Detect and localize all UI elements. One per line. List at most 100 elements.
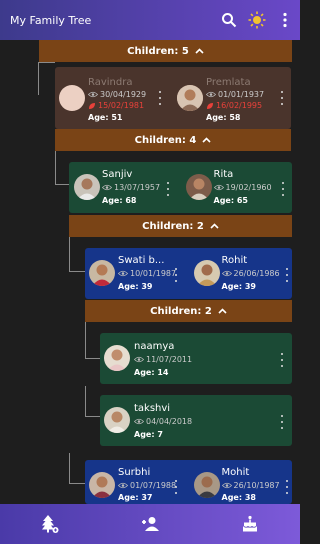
tree-connector	[55, 184, 69, 185]
avatar	[193, 260, 220, 286]
person-card-swati[interactable]: Swati b... 10/01/1987 Age: 39	[85, 248, 189, 299]
eye-icon	[206, 91, 216, 98]
leaf-icon	[207, 102, 213, 109]
more-options-icon[interactable]	[165, 182, 171, 196]
more-options-icon[interactable]	[279, 91, 285, 105]
more-options-icon[interactable]	[173, 480, 179, 494]
eye-icon	[102, 184, 112, 191]
birth-date: 26/10/1987	[221, 481, 280, 490]
person-age: Age: 7	[134, 430, 163, 439]
birth-date: 11/07/2011	[134, 355, 192, 364]
person-card-premlata[interactable]: Premlata 01/01/1937 16/02/1995 Age: 58	[173, 67, 291, 129]
children-toggle[interactable]: Children: 4	[55, 129, 291, 151]
nav-add-person-button[interactable]	[130, 504, 170, 544]
birth-date: 26/06/1986	[221, 269, 280, 278]
tree-connector	[38, 62, 39, 95]
person-name: Premlata	[206, 77, 251, 88]
tree-connector	[38, 62, 55, 63]
person-name: Rohit	[221, 255, 248, 266]
person-card-rita[interactable]: Rita 19/02/1960 Age: 65	[181, 162, 293, 213]
avatar	[193, 472, 220, 498]
person-name: takshvi	[134, 403, 171, 414]
more-options-icon[interactable]	[157, 91, 163, 105]
brightness-icon	[248, 11, 266, 29]
more-options-icon[interactable]	[284, 268, 290, 282]
children-toggle[interactable]: Children: 2	[85, 300, 292, 322]
tree-connector	[55, 151, 56, 185]
children-toggle[interactable]: Children: 2	[69, 215, 292, 237]
person-age: Age: 51	[88, 113, 123, 122]
bottom-navigation	[0, 504, 300, 544]
eye-icon	[221, 270, 232, 277]
person-card-takshvi[interactable]: takshvi 04/04/2018 Age: 7	[100, 395, 292, 446]
more-options-icon[interactable]	[279, 415, 285, 429]
person-card-sanjiv[interactable]: Sanjiv 13/07/1957 Age: 68	[69, 162, 181, 213]
more-options-icon[interactable]	[173, 268, 179, 282]
search-button[interactable]	[216, 7, 242, 33]
more-options-icon[interactable]	[284, 480, 290, 494]
death-date: 15/02/1981	[88, 101, 144, 110]
eye-icon	[134, 418, 144, 425]
children-toggle[interactable]: Children: 5	[39, 40, 292, 62]
tree-connector	[85, 358, 100, 359]
family-tree-icon	[42, 515, 59, 533]
family-tree-view[interactable]: Children: 5 Ravindra 30/04/1929 15/02/19…	[0, 40, 300, 504]
death-date: 16/02/1995	[206, 101, 262, 110]
eye-icon	[118, 270, 128, 277]
theme-toggle-button[interactable]	[244, 7, 270, 33]
eye-icon	[134, 356, 144, 363]
tree-connector	[69, 271, 85, 272]
couple-card: Sanjiv 13/07/1957 Age: 68 Rita 19/02/196…	[69, 162, 292, 213]
avatar	[74, 174, 100, 200]
nav-tree-button[interactable]	[30, 504, 70, 544]
chevron-up-icon	[202, 137, 211, 143]
person-name: Sanjiv	[102, 169, 133, 180]
nav-birthdays-button[interactable]	[230, 504, 270, 544]
app-bar: My Family Tree	[0, 0, 300, 40]
chevron-up-icon	[210, 223, 219, 229]
person-name: Mohit	[221, 467, 250, 478]
avatar	[104, 407, 130, 433]
person-card-mohit[interactable]: Mohit 26/10/1987 Age: 38	[189, 460, 293, 504]
person-card-naamya[interactable]: naamya 11/07/2011 Age: 14	[100, 333, 292, 384]
tree-connector	[69, 453, 70, 484]
more-options-icon[interactable]	[279, 353, 285, 367]
person-age: Age: 65	[213, 196, 248, 205]
birth-date: 01/07/1988	[118, 481, 176, 490]
birthday-cake-icon	[243, 515, 257, 532]
birth-date: 01/01/1937	[206, 90, 264, 99]
birth-date: 10/01/1987	[118, 269, 176, 278]
tree-connector	[85, 386, 86, 417]
person-card-surbhi[interactable]: Surbhi 01/07/1988 Age: 37	[85, 460, 189, 504]
person-age: Age: 14	[134, 368, 169, 377]
birth-date: 04/04/2018	[134, 417, 192, 426]
couple-card: Swati b... 10/01/1987 Age: 39 Rohit 26/0…	[85, 248, 292, 299]
person-age: Age: 39	[118, 282, 153, 291]
avatar	[59, 85, 85, 111]
chevron-up-icon	[218, 308, 227, 314]
more-options-icon[interactable]	[280, 182, 286, 196]
eye-icon	[213, 184, 224, 191]
birth-date: 13/07/1957	[102, 183, 160, 192]
person-age: Age: 37	[118, 493, 153, 502]
person-age: Age: 68	[102, 196, 137, 205]
person-age: Age: 38	[221, 493, 256, 502]
children-count: Children: 2	[150, 305, 212, 317]
tree-connector	[69, 235, 70, 272]
tree-connector	[69, 483, 85, 484]
couple-card: Surbhi 01/07/1988 Age: 37 Mohit 26/10/19…	[85, 460, 292, 504]
birth-date: 30/04/1929	[88, 90, 146, 99]
overflow-menu-button[interactable]	[272, 7, 298, 33]
person-card-rohit[interactable]: Rohit 26/06/1986 Age: 39	[189, 248, 293, 299]
person-age: Age: 39	[221, 282, 256, 291]
eye-icon	[88, 91, 98, 98]
chevron-up-icon	[195, 48, 204, 54]
person-name: Rita	[213, 169, 234, 180]
person-age: Age: 58	[206, 113, 241, 122]
person-name: Swati b...	[118, 255, 165, 266]
tree-connector	[85, 416, 100, 417]
children-count: Children: 4	[134, 134, 197, 146]
person-card-ravindra[interactable]: Ravindra 30/04/1929 15/02/1981 Age: 51	[55, 67, 173, 129]
eye-icon	[118, 482, 128, 489]
avatar	[185, 174, 212, 200]
